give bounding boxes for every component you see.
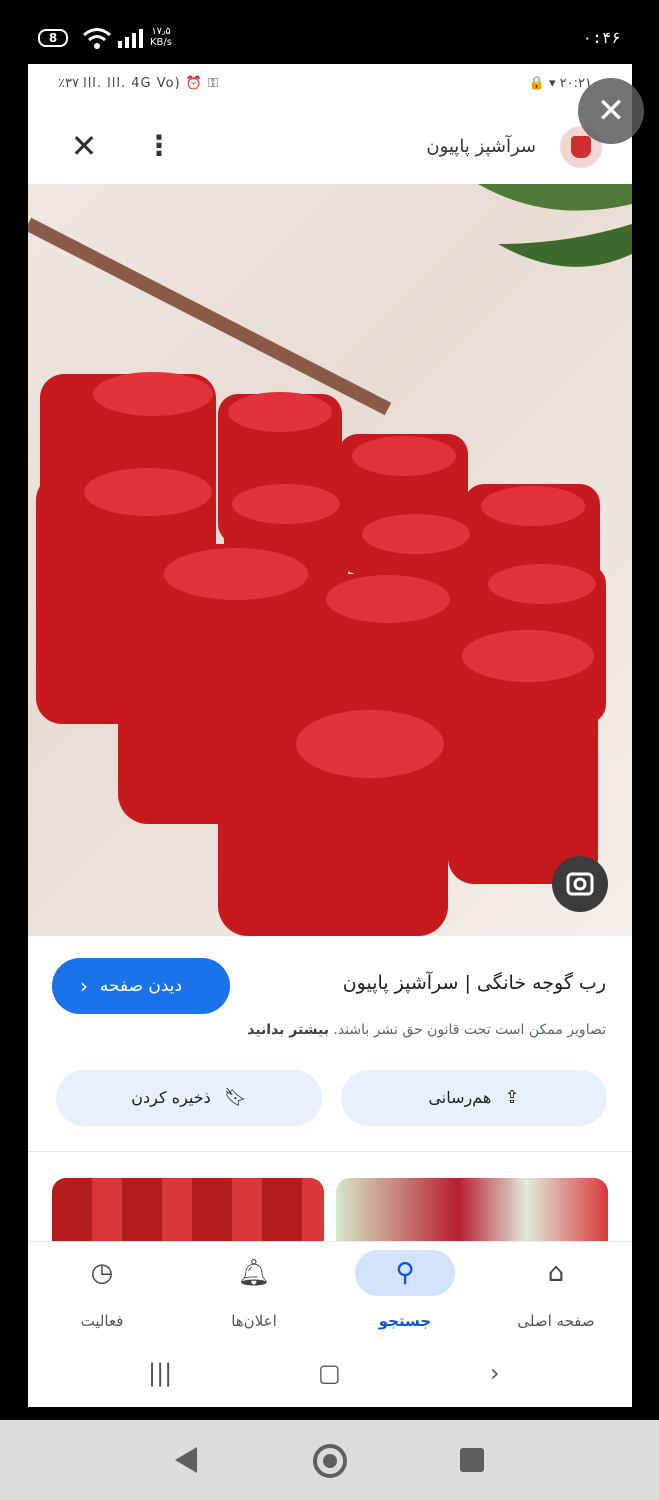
screenshot-frame: ٪۳۷ ⅼⅼⅼ. ⅼⅼⅼ. 4G Vo) ⏰ ⚿ 🔒 ▾ ۲۰:۲۱ ✕ ⋮ س…	[28, 64, 632, 1407]
learn-more-link[interactable]: بیشتر بدانید	[247, 1022, 329, 1038]
jars-photo	[28, 184, 632, 936]
copyright-notice: تصاویر ممکن است تحت قانون حق نشر باشند. …	[247, 1022, 606, 1038]
visit-page-button[interactable]: ‹ دیدن صفحه	[52, 958, 230, 1014]
home-button-icon[interactable]: ▢	[318, 1359, 341, 1387]
inner-status-left: ٪۳۷ ⅼⅼⅼ. ⅼⅼⅼ. 4G Vo) ⏰ ⚿	[58, 76, 220, 91]
back-icon[interactable]: ›	[490, 1359, 500, 1387]
back-icon[interactable]	[175, 1447, 197, 1473]
nav-notifications[interactable]: 🔔︎ اعلان‌ها	[194, 1250, 314, 1340]
nav-activity-label: فعالیت	[80, 1312, 124, 1330]
related-image-thumbnail[interactable]	[52, 1178, 324, 1242]
outer-status-bar: 8 ۱۷٫۵ KB/s ۰:۴۶	[0, 0, 659, 64]
more-options-icon[interactable]: ⋮	[144, 128, 174, 164]
bookmark-icon: 🔖︎	[223, 1087, 247, 1108]
close-icon[interactable]: ✕	[66, 128, 102, 164]
network-speed: ۱۷٫۵ KB/s	[150, 26, 172, 48]
recent-apps-icon[interactable]: |||	[148, 1359, 172, 1387]
chevron-left-icon: ‹	[80, 974, 88, 998]
visit-page-label: دیدن صفحه	[99, 976, 183, 996]
search-icon: ⚲	[355, 1250, 455, 1296]
divider	[28, 1151, 632, 1152]
nav-activity[interactable]: ◷ فعالیت	[42, 1250, 162, 1340]
signal-icon	[118, 29, 143, 48]
inner-status-bar: ٪۳۷ ⅼⅼⅼ. ⅼⅼⅼ. 4G Vo) ⏰ ⚿ 🔒 ▾ ۲۰:۲۱	[28, 64, 632, 108]
home-icon[interactable]	[313, 1444, 347, 1478]
recent-apps-icon[interactable]	[460, 1448, 484, 1472]
share-icon: ⇪	[504, 1087, 520, 1108]
save-label: ذخیره کردن	[131, 1088, 211, 1107]
lens-glyph	[566, 872, 594, 896]
bell-icon: 🔔︎	[237, 1258, 271, 1288]
viewer-header: ✕ ⋮ سرآشپز پاپیون	[28, 108, 632, 184]
result-image[interactable]	[28, 184, 632, 936]
home-icon: ⌂	[547, 1258, 565, 1288]
battery-icon: 8	[38, 29, 68, 47]
close-overlay-button[interactable]: ✕	[578, 78, 644, 144]
result-info: ‹ دیدن صفحه رب گوجه خانگی | سرآشپز پاپیو…	[28, 936, 632, 1242]
inner-status-right: 🔒 ▾ ۲۰:۲۱	[528, 76, 592, 91]
related-image-thumbnail[interactable]	[336, 1178, 608, 1242]
result-title: رب گوجه خانگی | سرآشپز پاپیون	[342, 972, 606, 994]
nav-notifications-label: اعلان‌ها	[231, 1312, 277, 1330]
nav-home-label: صفحه اصلی	[517, 1312, 595, 1330]
wifi-icon	[83, 28, 111, 49]
clock: ۰:۴۶	[582, 28, 621, 47]
activity-icon: ◷	[90, 1258, 114, 1288]
bottom-navigation: ◷ فعالیت 🔔︎ اعلان‌ها ⚲ جستجو ⌂ صفحه اصلی	[28, 1241, 632, 1346]
nav-search-label: جستجو	[378, 1312, 432, 1330]
nav-search[interactable]: ⚲ جستجو	[345, 1250, 465, 1340]
inner-system-navigation: ||| ▢ ›	[28, 1345, 632, 1407]
nav-home[interactable]: ⌂ صفحه اصلی	[496, 1250, 616, 1340]
save-button[interactable]: 🔖︎ ذخیره کردن	[56, 1070, 322, 1126]
share-button[interactable]: ⇪ هم‌رسانی	[341, 1070, 607, 1126]
site-name: سرآشپز پاپیون	[426, 136, 536, 157]
system-navigation-bar	[0, 1420, 659, 1500]
google-lens-icon[interactable]	[552, 856, 608, 912]
share-label: هم‌رسانی	[428, 1088, 492, 1107]
copyright-text: تصاویر ممکن است تحت قانون حق نشر باشند.	[333, 1022, 606, 1038]
